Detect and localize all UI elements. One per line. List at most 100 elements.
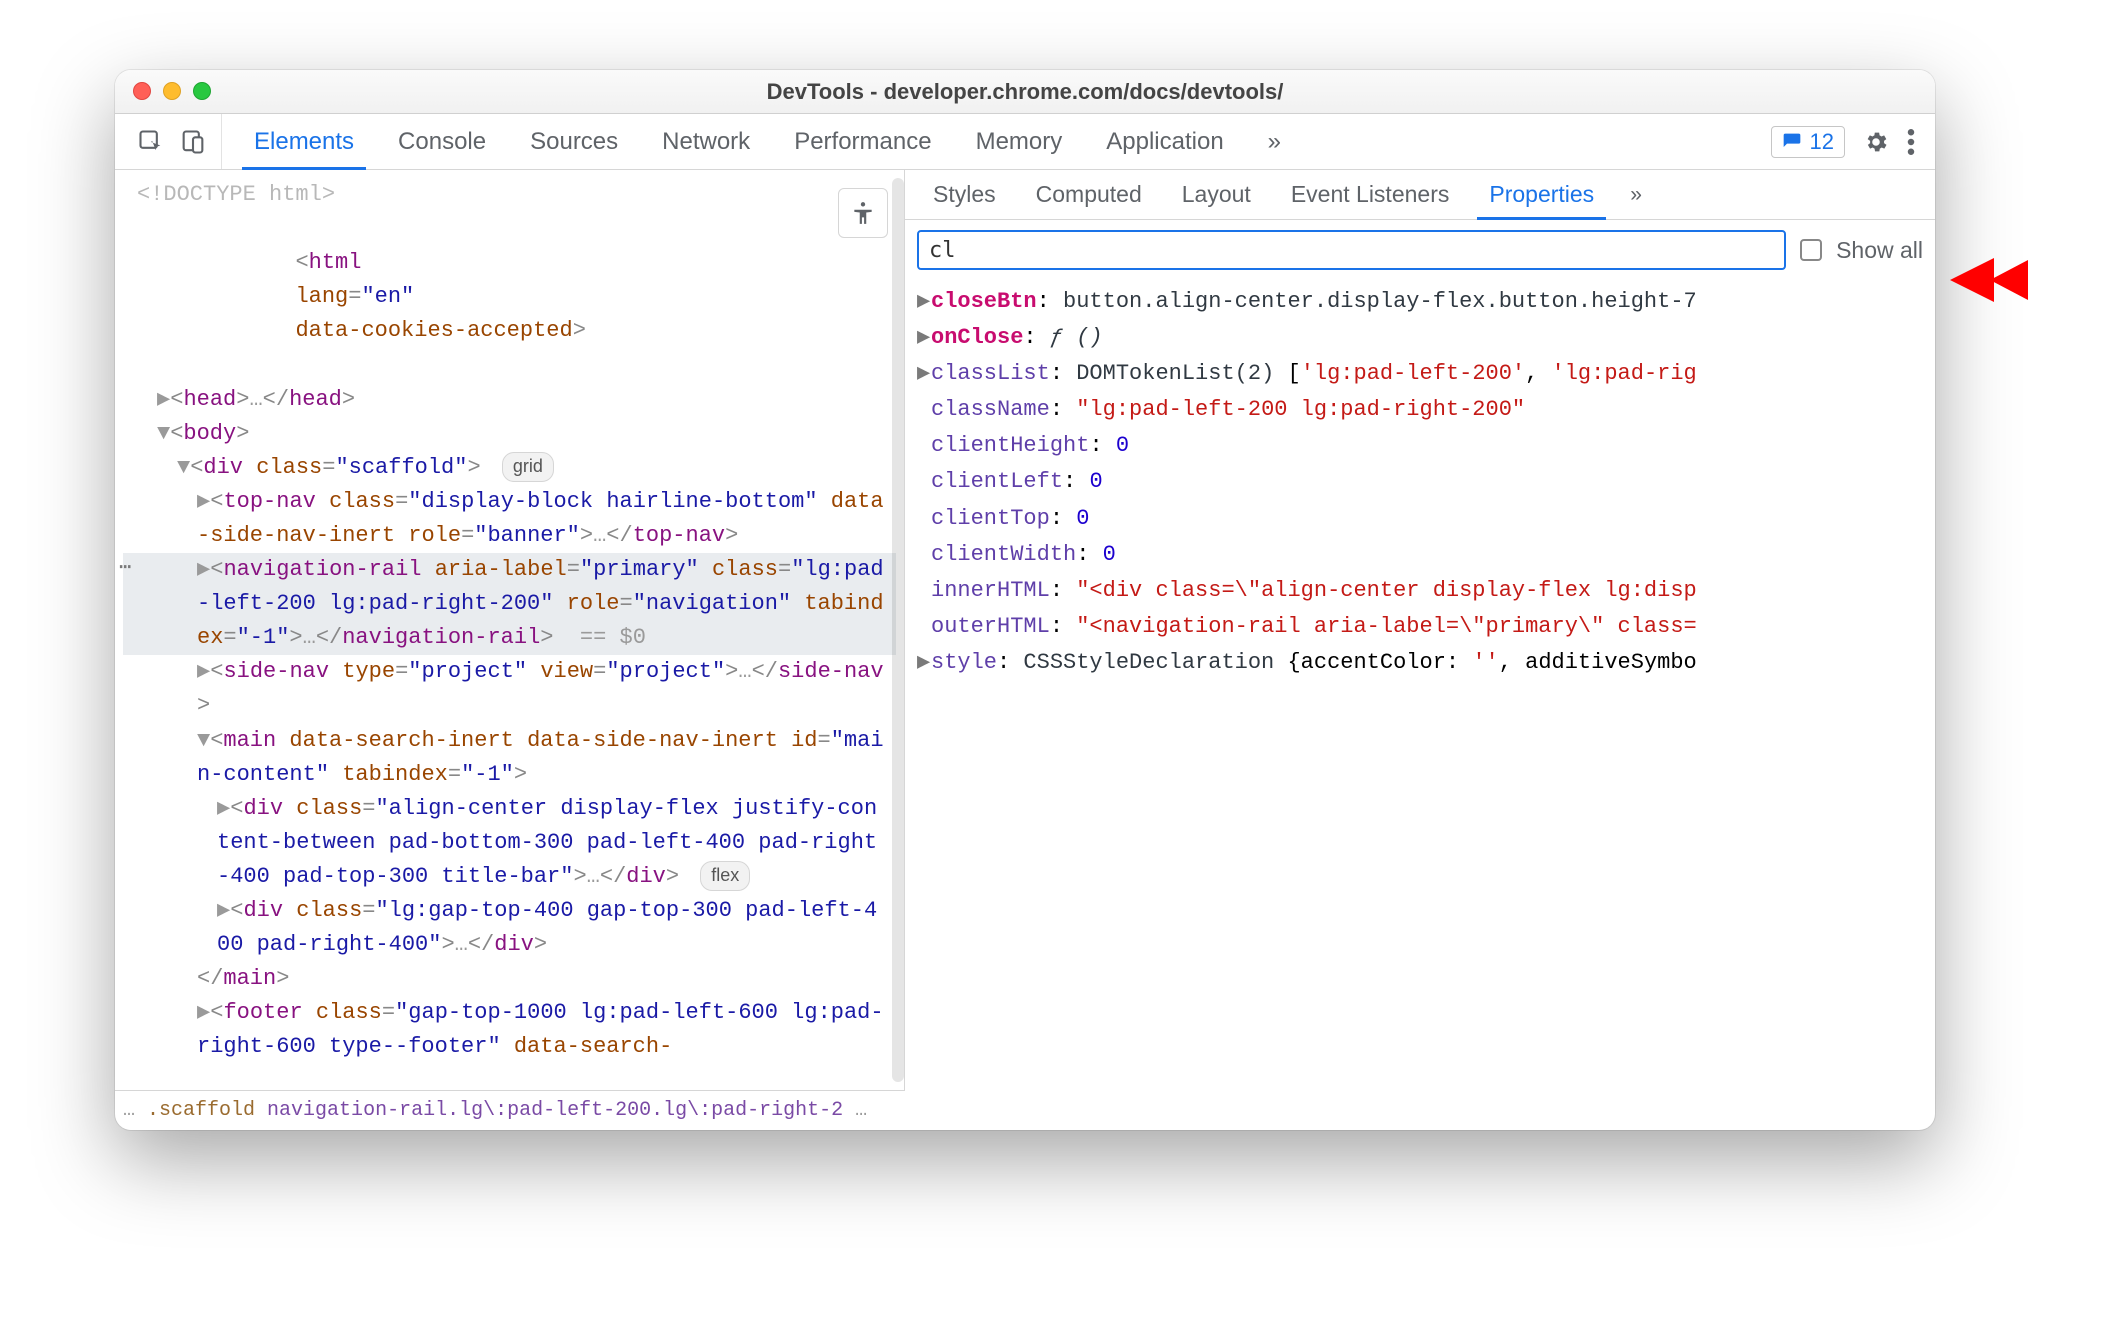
dom-topnav[interactable]: ▶<top-nav class="display-block hairline-… — [123, 485, 896, 553]
maximize-window-button[interactable] — [193, 82, 211, 100]
dom-main-close[interactable]: </main> — [123, 962, 896, 996]
dom-doctype: <!DOCTYPE html> — [123, 178, 896, 212]
toolbar-right: 12 — [1751, 114, 1935, 169]
dom-tree[interactable]: <!DOCTYPE html> <html lang="en" data-coo… — [115, 170, 904, 1090]
tab-network[interactable]: Network — [640, 114, 772, 169]
dom-main-open[interactable]: ▼<main data-search-inert data-side-nav-i… — [123, 724, 896, 792]
more-options-icon[interactable] — [1907, 129, 1915, 155]
property-value: "<navigation-rail aria-label=\"primary\"… — [1076, 614, 1697, 639]
properties-list[interactable]: ▶closeBtn: button.align-center.display-f… — [905, 280, 1935, 1090]
settings-gear-icon[interactable] — [1863, 129, 1889, 155]
sidebar-tabs: Styles Computed Layout Event Listeners P… — [905, 170, 1935, 220]
dom-main-div1[interactable]: ▶<div class="align-center display-flex j… — [123, 792, 896, 894]
expand-triangle-icon — [917, 502, 931, 536]
dom-sidenav[interactable]: ▶<side-nav type="project" view="project"… — [123, 655, 896, 723]
tab-application[interactable]: Application — [1084, 114, 1245, 169]
property-key: clientHeight — [931, 433, 1089, 458]
property-row[interactable]: clientTop: 0 — [917, 501, 1923, 537]
expand-triangle-icon — [917, 610, 931, 644]
window-title: DevTools - developer.chrome.com/docs/dev… — [767, 79, 1284, 105]
property-row[interactable]: ▶closeBtn: button.align-center.display-f… — [917, 284, 1923, 320]
property-row[interactable]: ▶onClose: ƒ () — [917, 320, 1923, 356]
dom-footer[interactable]: ▶<footer class="gap-top-1000 lg:pad-left… — [123, 996, 896, 1064]
expand-triangle-icon — [917, 393, 931, 427]
property-row[interactable]: outerHTML: "<navigation-rail aria-label=… — [917, 609, 1923, 645]
properties-filter-input[interactable] — [917, 230, 1786, 270]
breadcrumb-navigation-rail[interactable]: navigation-rail.lg\:pad-left-200.lg\:pad… — [267, 1095, 843, 1126]
elements-breadcrumb[interactable]: … .scaffold navigation-rail.lg\:pad-left… — [115, 1090, 905, 1130]
property-value: DOMTokenList(2) ['lg:pad-left-200', 'lg:… — [1076, 361, 1697, 386]
layout-badge-grid[interactable]: grid — [502, 452, 554, 482]
property-value: 0 — [1076, 506, 1089, 531]
property-row[interactable]: clientWidth: 0 — [917, 537, 1923, 573]
show-all-label: Show all — [1836, 237, 1923, 264]
dom-div-scaffold[interactable]: ▼<div class="scaffold"> grid — [123, 451, 896, 485]
sidebar-panel: Styles Computed Layout Event Listeners P… — [905, 170, 1935, 1090]
device-toggle-icon[interactable] — [179, 128, 207, 156]
main-toolbar: Elements Console Sources Network Perform… — [115, 114, 1935, 170]
property-key: outerHTML — [931, 614, 1050, 639]
expand-triangle-icon — [917, 429, 931, 463]
property-key: classList — [931, 361, 1050, 386]
sidebar-tab-computed[interactable]: Computed — [1016, 170, 1162, 219]
dom-navigation-rail-selected[interactable]: ▶<navigation-rail aria-label="primary" c… — [123, 553, 896, 655]
breadcrumb-scaffold[interactable]: .scaffold — [147, 1095, 255, 1126]
expand-triangle-icon — [917, 465, 931, 499]
property-value: "lg:pad-left-200 lg:pad-right-200" — [1076, 397, 1525, 422]
sidebar-tab-styles[interactable]: Styles — [913, 170, 1016, 219]
expand-triangle-icon — [917, 574, 931, 608]
property-row[interactable]: ▶classList: DOMTokenList(2) ['lg:pad-lef… — [917, 356, 1923, 392]
property-key: className — [931, 397, 1050, 422]
dom-html-open[interactable]: <html lang="en" data-cookies-accepted> — [123, 212, 896, 382]
tab-sources[interactable]: Sources — [508, 114, 640, 169]
expand-triangle-icon[interactable]: ▶ — [917, 357, 931, 391]
property-value: 0 — [1089, 469, 1102, 494]
expand-triangle-icon[interactable]: ▶ — [917, 646, 931, 680]
tab-elements[interactable]: Elements — [232, 114, 376, 169]
property-row[interactable]: clientHeight: 0 — [917, 428, 1923, 464]
property-key: innerHTML — [931, 578, 1050, 603]
breadcrumb-overflow-right: … — [855, 1095, 867, 1126]
close-window-button[interactable] — [133, 82, 151, 100]
scrollbar[interactable] — [892, 178, 904, 1082]
issues-counter[interactable]: 12 — [1771, 126, 1845, 158]
inspect-element-icon[interactable] — [137, 128, 165, 156]
property-value: 0 — [1103, 542, 1116, 567]
titlebar: DevTools - developer.chrome.com/docs/dev… — [115, 70, 1935, 114]
dom-body-open[interactable]: ▼<body> — [123, 417, 896, 451]
property-value: 0 — [1116, 433, 1129, 458]
tab-memory[interactable]: Memory — [954, 114, 1085, 169]
issues-count: 12 — [1810, 129, 1834, 155]
property-key: clientTop — [931, 506, 1050, 531]
property-key: onClose — [931, 325, 1023, 350]
property-row[interactable]: className: "lg:pad-left-200 lg:pad-right… — [917, 392, 1923, 428]
tab-performance[interactable]: Performance — [772, 114, 953, 169]
tab-more[interactable]: » — [1246, 114, 1303, 169]
breadcrumb-overflow-left: … — [123, 1095, 135, 1126]
property-row[interactable]: innerHTML: "<div class=\"align-center di… — [917, 573, 1923, 609]
expand-triangle-icon[interactable]: ▶ — [917, 285, 931, 319]
property-value: CSSStyleDeclaration {accentColor: '', ad… — [1023, 650, 1696, 675]
sidebar-tab-layout[interactable]: Layout — [1162, 170, 1271, 219]
elements-panel[interactable]: <!DOCTYPE html> <html lang="en" data-coo… — [115, 170, 905, 1090]
layout-badge-flex[interactable]: flex — [700, 861, 750, 891]
toolbar-left-icons — [115, 114, 222, 169]
property-key: closeBtn — [931, 289, 1037, 314]
property-value: "<div class=\"align-center display-flex … — [1076, 578, 1697, 603]
expand-triangle-icon[interactable]: ▶ — [917, 321, 931, 355]
dom-head[interactable]: ▶<head>…</head> — [123, 383, 896, 417]
sidebar-tab-properties[interactable]: Properties — [1469, 170, 1614, 219]
tab-console[interactable]: Console — [376, 114, 508, 169]
property-row[interactable]: ▶style: CSSStyleDeclaration {accentColor… — [917, 645, 1923, 681]
issues-icon — [1782, 132, 1802, 152]
window-controls — [133, 82, 211, 100]
dom-main-div2[interactable]: ▶<div class="lg:gap-top-400 gap-top-300 … — [123, 894, 896, 962]
sidebar-tab-eventlisteners[interactable]: Event Listeners — [1271, 170, 1470, 219]
devtools-window: DevTools - developer.chrome.com/docs/dev… — [115, 70, 1935, 1130]
show-all-checkbox[interactable] — [1800, 239, 1822, 261]
property-row[interactable]: clientLeft: 0 — [917, 464, 1923, 500]
annotation-arrow-icon — [1950, 250, 2030, 310]
main-tabs: Elements Console Sources Network Perform… — [222, 114, 1751, 169]
sidebar-tab-more[interactable]: » — [1614, 170, 1658, 219]
minimize-window-button[interactable] — [163, 82, 181, 100]
